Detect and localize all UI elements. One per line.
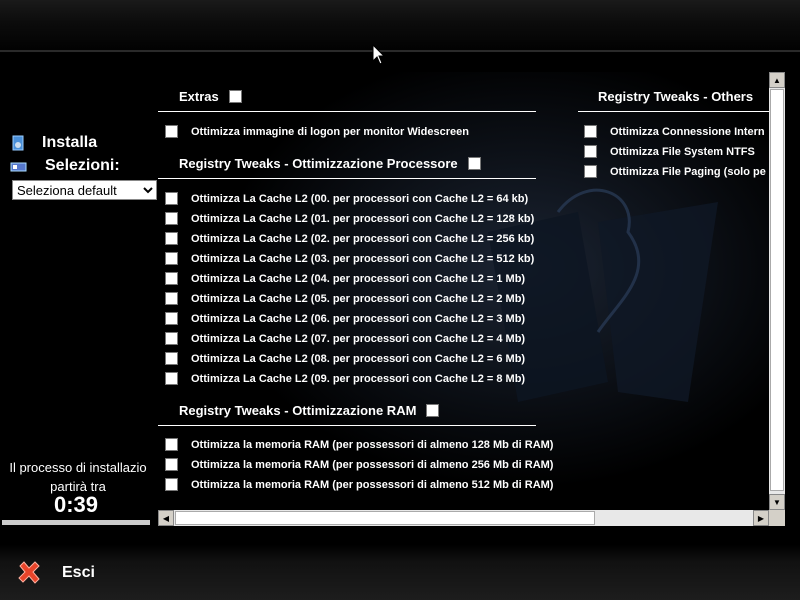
scroll-right-icon[interactable]: ▶ [753,510,769,526]
option-checkbox[interactable] [165,478,178,491]
scroll-down-icon[interactable]: ▼ [769,494,785,510]
option-label: Ottimizza La Cache L2 (00. per processor… [191,192,529,205]
option-row[interactable]: Ottimizza La Cache L2 (08. per processor… [165,352,525,365]
option-label: Ottimizza La Cache L2 (01. per processor… [191,212,535,225]
exit-x-icon [18,561,40,584]
countdown-line1: Il processo di installazio [9,460,147,475]
rule-processor [158,178,536,179]
section-ram-label: Registry Tweaks - Ottimizzazione RAM [179,403,417,418]
install-icon [12,135,24,151]
option-row[interactable]: Ottimizza immagine di logon per monitor … [165,125,469,138]
option-row[interactable]: Ottimizza La Cache L2 (09. per processor… [165,372,525,385]
countdown-timer: 0:39 [53,492,99,517]
section-extras-checkbox[interactable] [228,90,242,103]
option-row[interactable]: Ottimizza La Cache L2 (07. per processor… [165,332,525,345]
option-row[interactable]: Ottimizza File Paging (solo pe [584,165,766,178]
top-divider [0,50,800,52]
scrollbar-corner [769,510,785,526]
option-row[interactable]: Ottimizza La Cache L2 (05. per processor… [165,292,525,305]
option-label: Ottimizza la memoria RAM (per possessori… [191,438,554,451]
section-others-label: Registry Tweaks - Others [598,89,754,104]
option-checkbox[interactable] [584,165,597,178]
option-row[interactable]: Ottimizza La Cache L2 (06. per processor… [165,312,525,325]
option-label: Ottimizza File Paging (solo pe [610,165,766,178]
countdown-text: Il processo di installazio partirà tra [0,458,156,496]
option-row[interactable]: Ottimizza La Cache L2 (00. per processor… [165,192,528,205]
option-checkbox[interactable] [165,332,178,345]
section-others-title: Registry Tweaks - Others [598,89,753,104]
options-panel[interactable]: Extras Ottimizza immagine di logon per m… [158,72,770,510]
option-label: Ottimizza immagine di logon per monitor … [191,125,469,138]
section-processor-checkbox[interactable] [467,157,481,170]
option-label: Ottimizza La Cache L2 (05. per processor… [191,292,526,305]
option-label: Ottimizza La Cache L2 (04. per processor… [191,272,526,285]
preset-select[interactable]: Seleziona default [12,180,157,200]
option-row[interactable]: Ottimizza La Cache L2 (02. per processor… [165,232,534,245]
progress-fill [2,520,150,525]
horizontal-scrollbar[interactable]: ◀ ▶ [158,510,769,526]
option-row[interactable]: Ottimizza Connessione Intern [584,125,765,138]
option-checkbox[interactable] [165,212,178,225]
option-checkbox[interactable] [165,458,178,471]
section-ram-title: Registry Tweaks - Ottimizzazione RAM [179,403,440,418]
option-label: Ottimizza File System NTFS [610,145,755,158]
section-extras-label: Extras [179,89,219,104]
horizontal-scroll-thumb[interactable] [175,511,595,525]
top-bar [0,0,800,55]
option-checkbox[interactable] [584,145,597,158]
option-checkbox[interactable] [165,192,178,205]
rule-ram [158,425,536,426]
option-label: Ottimizza La Cache L2 (03. per processor… [191,252,535,265]
option-checkbox[interactable] [165,352,178,365]
countdown-progress [2,520,150,525]
option-checkbox[interactable] [165,312,178,325]
selections-item: Selezioni: [10,157,120,175]
option-label: Ottimizza La Cache L2 (06. per processor… [191,312,526,325]
option-checkbox[interactable] [584,125,597,138]
install-item[interactable]: Installa [10,134,97,152]
option-label: Ottimizza La Cache L2 (09. per processor… [191,372,526,385]
exit-button[interactable]: Esci [16,560,95,586]
option-row[interactable]: Ottimizza la memoria RAM (per possessori… [165,458,553,471]
install-label: Installa [42,134,98,151]
selections-icon [10,162,27,172]
rule-others [578,111,770,112]
option-checkbox[interactable] [165,438,178,451]
option-row[interactable]: Ottimizza la memoria RAM (per possessori… [165,438,553,451]
option-row[interactable]: Ottimizza File System NTFS [584,145,755,158]
scroll-up-icon[interactable]: ▲ [769,72,785,88]
rule-extras [158,111,536,112]
option-checkbox[interactable] [165,272,178,285]
option-checkbox[interactable] [165,232,178,245]
mouse-cursor-icon [372,44,386,65]
option-label: Ottimizza Connessione Intern [610,125,765,138]
scroll-left-icon[interactable]: ◀ [158,510,174,526]
option-row[interactable]: Ottimizza La Cache L2 (03. per processor… [165,252,534,265]
section-extras-title: Extras [179,89,242,104]
selections-label: Selezioni: [45,157,120,174]
section-ram-checkbox[interactable] [426,404,440,417]
bottom-bar [0,545,800,600]
option-checkbox[interactable] [165,372,178,385]
option-checkbox[interactable] [165,252,178,265]
section-processor-title: Registry Tweaks - Ottimizzazione Process… [179,156,481,171]
option-label: Ottimizza La Cache L2 (07. per processor… [191,332,526,345]
section-processor-label: Registry Tweaks - Ottimizzazione Process… [179,156,458,171]
option-label: Ottimizza la memoria RAM (per possessori… [191,458,554,471]
vertical-scroll-thumb[interactable] [770,89,784,491]
option-row[interactable]: Ottimizza La Cache L2 (01. per processor… [165,212,534,225]
option-label: Ottimizza la memoria RAM (per possessori… [191,478,554,491]
option-label: Ottimizza La Cache L2 (02. per processor… [191,232,535,245]
option-row[interactable]: Ottimizza La Cache L2 (04. per processor… [165,272,525,285]
option-row[interactable]: Ottimizza la memoria RAM (per possessori… [165,478,553,491]
vertical-scrollbar[interactable]: ▲ ▼ [769,72,785,510]
option-label: Ottimizza La Cache L2 (08. per processor… [191,352,526,365]
option-checkbox[interactable] [165,292,178,305]
exit-label: Esci [62,564,95,581]
option-checkbox[interactable] [165,125,178,138]
